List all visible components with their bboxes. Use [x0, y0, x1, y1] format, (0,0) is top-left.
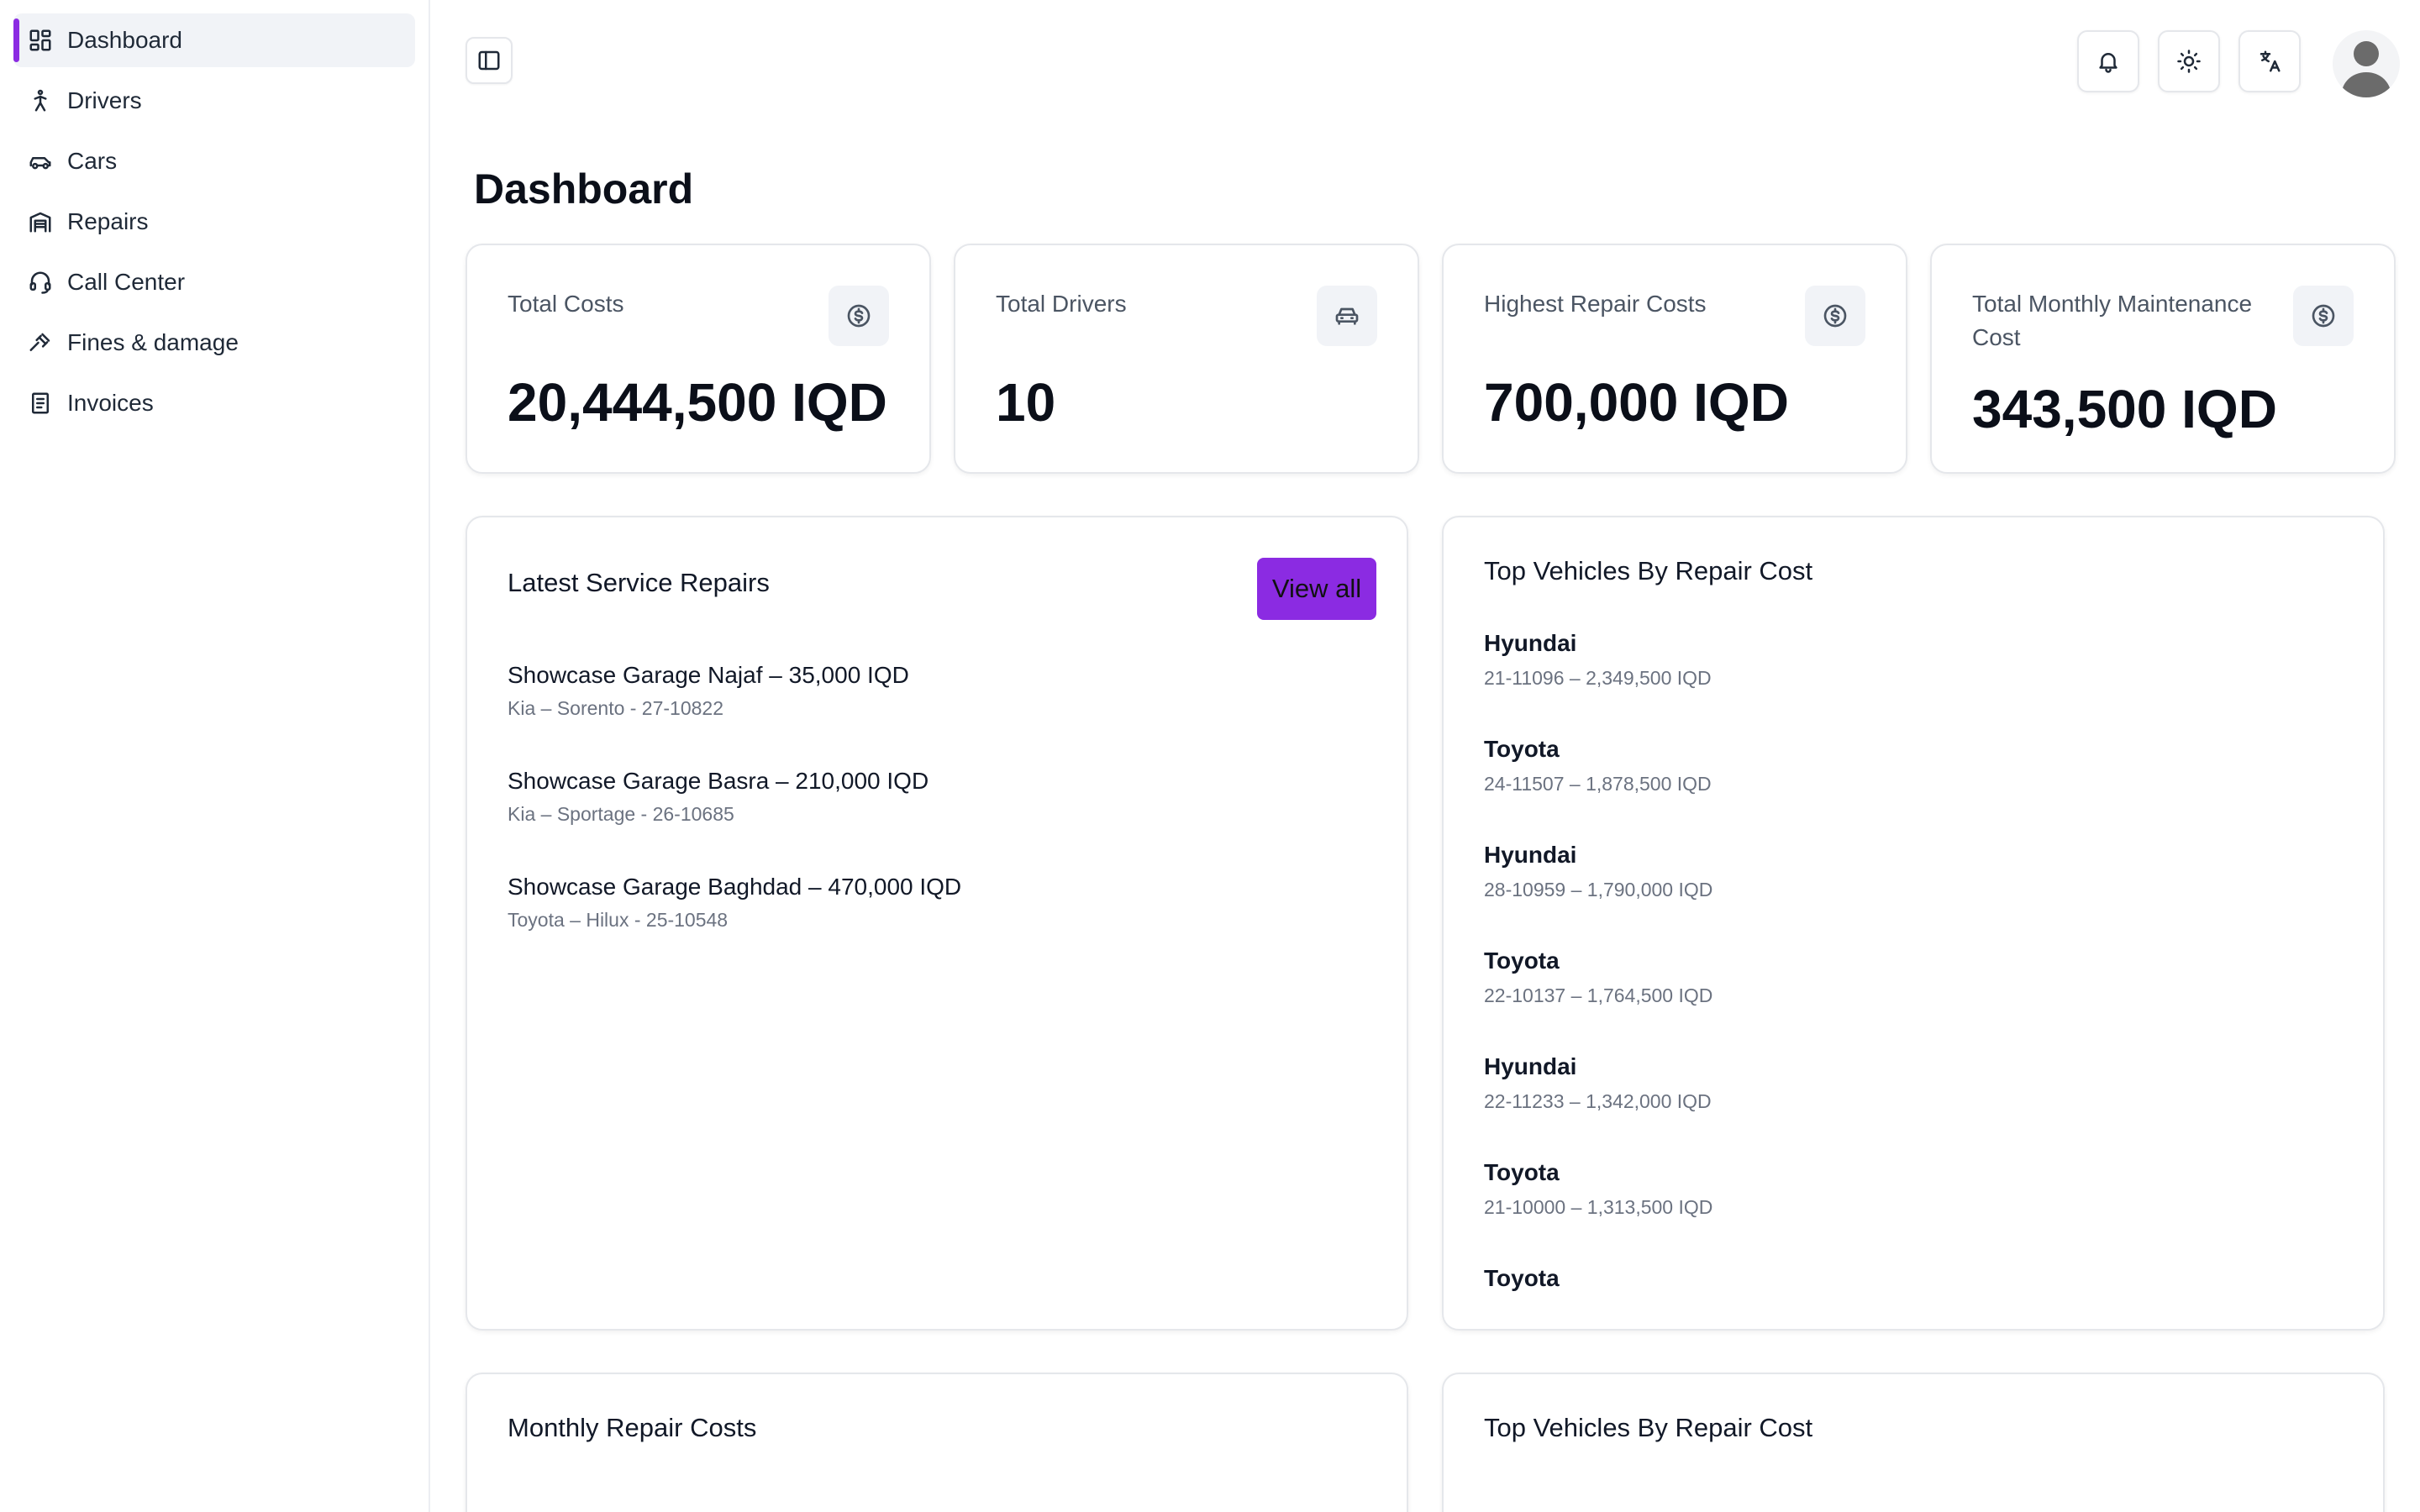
translate-icon	[2257, 49, 2282, 74]
sidebar-item-call-center[interactable]: Call Center	[13, 255, 415, 309]
bell-icon	[2096, 49, 2121, 74]
stat-label: Total Costs	[508, 291, 624, 317]
list-item: Toyota 24-11507 – 1,878,500 IQD	[1484, 736, 1712, 795]
vehicle-make: Hyundai	[1484, 1053, 1577, 1079]
list-item: Toyota 21-10000 – 1,313,500 IQD	[1484, 1159, 1712, 1219]
vehicle-details: 24-11507 – 1,878,500 IQD	[1484, 773, 1712, 795]
list-item[interactable]: Showcase Garage Najaf – 35,000 IQD Kia –…	[508, 662, 909, 720]
sidebar-item-fines-damage[interactable]: Fines & damage	[13, 316, 415, 370]
panel-title: Top Vehicles By Repair Cost	[1484, 1413, 1813, 1442]
stat-card-total-monthly-maintenance-cost: Total Monthly Maintenance Cost 343,500 I…	[1930, 244, 2396, 474]
top-vehicles-panel: Top Vehicles By Repair Cost Hyundai 21-1…	[1442, 516, 2385, 1331]
stat-card-highest-repair-costs: Highest Repair Costs 700,000 IQD	[1442, 244, 1907, 474]
sidebar-toggle-button[interactable]	[466, 37, 513, 84]
stat-value: 20,444,500 IQD	[508, 372, 887, 433]
receipt-icon	[27, 390, 54, 417]
sidebar-item-label: Drivers	[67, 87, 142, 113]
view-all-button[interactable]: View all	[1257, 558, 1376, 620]
stat-card-total-drivers: Total Drivers 10	[954, 244, 1419, 474]
vehicle-details: 28-10959 – 1,790,000 IQD	[1484, 879, 1713, 900]
page-title: Dashboard	[474, 165, 694, 213]
panel-title: Monthly Repair Costs	[508, 1413, 757, 1442]
dollar-circle-icon	[829, 286, 889, 346]
list-item: Hyundai 28-10959 – 1,790,000 IQD	[1484, 842, 1712, 901]
repair-details: Kia – Sorento - 27-10822	[508, 697, 724, 719]
vehicle-make: Toyota	[1484, 1265, 1560, 1291]
repair-details: Kia – Sportage - 26-10685	[508, 803, 734, 825]
language-button[interactable]	[2238, 30, 2301, 92]
top-vehicles-chart-panel: Top Vehicles By Repair Cost	[1442, 1373, 2385, 1512]
sidebar-item-label: Cars	[67, 148, 118, 174]
car-icon	[27, 148, 54, 175]
user-avatar-icon	[2341, 41, 2391, 97]
dollar-circle-icon	[1805, 286, 1865, 346]
list-item[interactable]: Showcase Garage Baghdad – 470,000 IQD To…	[508, 874, 961, 932]
sidebar-item-repairs[interactable]: Repairs	[13, 195, 415, 249]
sidebar-item-label: Call Center	[67, 269, 186, 295]
user-avatar[interactable]	[2333, 30, 2400, 97]
list-item: Toyota 22-10137 – 1,764,500 IQD	[1484, 948, 1712, 1007]
stat-label: Total Monthly Maintenance Cost	[1972, 291, 2253, 350]
vehicle-make: Hyundai	[1484, 630, 1577, 656]
sidebar-item-label: Dashboard	[67, 27, 182, 53]
sidebar-item-drivers[interactable]: Drivers	[13, 74, 415, 128]
notifications-button[interactable]	[2077, 30, 2139, 92]
stat-value: 700,000 IQD	[1484, 372, 1789, 433]
car-front-icon	[1317, 286, 1377, 346]
vehicle-details: 21-10000 – 1,313,500 IQD	[1484, 1196, 1713, 1218]
stat-label: Highest Repair Costs	[1484, 291, 1707, 317]
dollar-circle-icon	[2293, 286, 2354, 346]
list-item[interactable]: Showcase Garage Basra – 210,000 IQD Kia …	[508, 768, 929, 826]
sidebar: Dashboard Drivers Cars Repairs Call Cent…	[0, 0, 430, 1512]
sidebar-item-cars[interactable]: Cars	[13, 134, 415, 188]
sidebar-item-label: Fines & damage	[67, 329, 239, 355]
monthly-repair-costs-panel: Monthly Repair Costs	[466, 1373, 1408, 1512]
vehicle-details: 22-10137 – 1,764,500 IQD	[1484, 984, 1713, 1006]
garage-icon	[27, 208, 54, 235]
vehicle-details: 22-11233 – 1,342,000 IQD	[1484, 1090, 1712, 1112]
latest-service-repairs-panel: Latest Service Repairs View all Showcase…	[466, 516, 1408, 1331]
sidebar-item-label: Invoices	[67, 390, 154, 416]
sidebar-item-label: Repairs	[67, 208, 149, 234]
headset-icon	[27, 269, 54, 296]
vehicle-details: 21-11096 – 2,349,500 IQD	[1484, 667, 1712, 689]
list-item: Hyundai 22-11233 – 1,342,000 IQD	[1484, 1053, 1712, 1113]
repair-title: Showcase Garage Najaf – 35,000 IQD	[508, 662, 909, 688]
person-walking-icon	[27, 87, 54, 114]
sidebar-toggle-icon	[476, 48, 502, 73]
sidebar-item-invoices[interactable]: Invoices	[13, 376, 415, 430]
stat-card-total-costs: Total Costs 20,444,500 IQD	[466, 244, 931, 474]
panel-title: Top Vehicles By Repair Cost	[1484, 556, 1813, 585]
theme-toggle-button[interactable]	[2158, 30, 2220, 92]
repair-title: Showcase Garage Basra – 210,000 IQD	[508, 768, 929, 794]
repair-title: Showcase Garage Baghdad – 470,000 IQD	[508, 874, 962, 900]
dashboard-grid-icon	[27, 27, 54, 54]
sun-icon	[2176, 49, 2202, 74]
gavel-icon	[27, 329, 54, 356]
repair-details: Toyota – Hilux - 25-10548	[508, 909, 729, 931]
list-item: Toyota	[1484, 1265, 1560, 1292]
stat-value: 10	[996, 372, 1056, 433]
vehicle-make: Toyota	[1484, 1159, 1560, 1185]
sidebar-item-dashboard[interactable]: Dashboard	[13, 13, 415, 67]
stat-label: Total Drivers	[996, 291, 1127, 317]
vehicle-make: Toyota	[1484, 948, 1560, 974]
vehicle-make: Toyota	[1484, 736, 1560, 762]
stat-value: 343,500 IQD	[1972, 379, 2277, 439]
list-item: Hyundai 21-11096 – 2,349,500 IQD	[1484, 630, 1712, 690]
vehicle-make: Hyundai	[1484, 842, 1577, 868]
panel-title: Latest Service Repairs	[508, 568, 770, 597]
